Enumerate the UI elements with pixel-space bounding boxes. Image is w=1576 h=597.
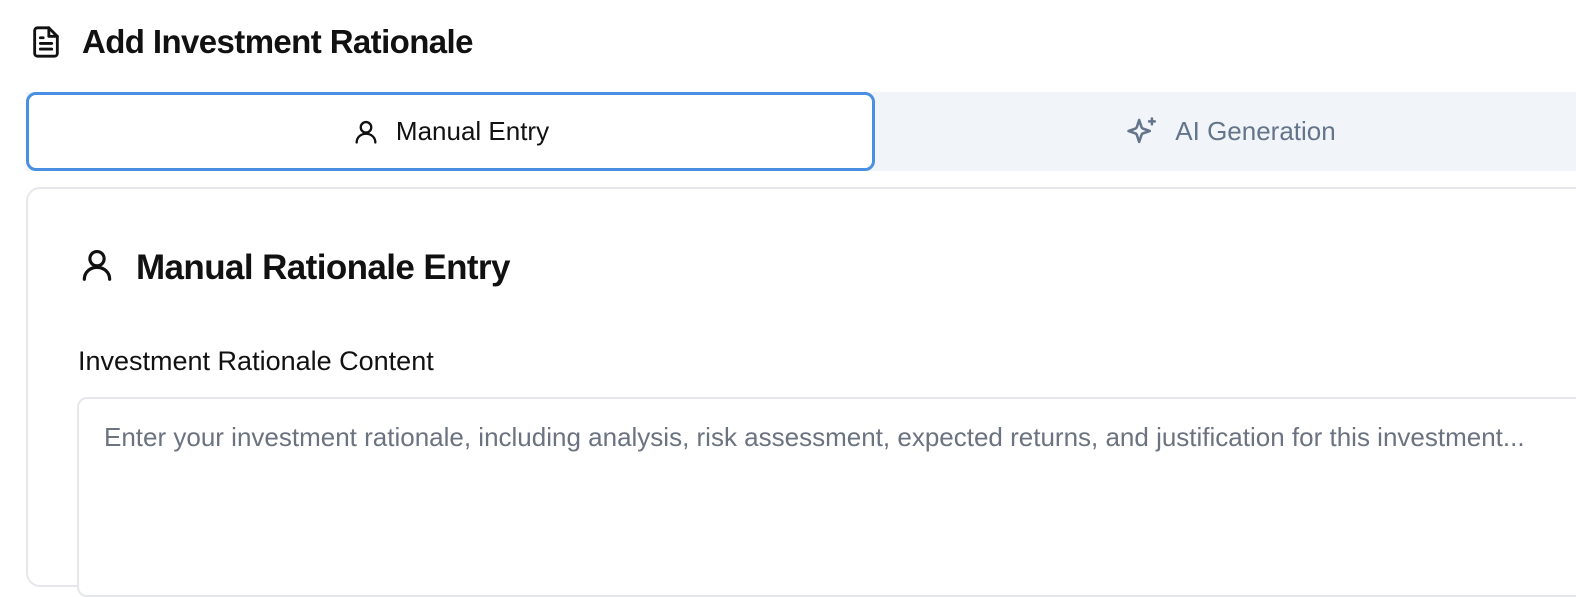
user-icon [352, 117, 380, 147]
card-title: Manual Rationale Entry [136, 247, 510, 287]
page-title: Add Investment Rationale [82, 23, 473, 60]
page-header: Add Investment Rationale [28, 20, 473, 64]
document-icon [28, 24, 64, 60]
card-header: Manual Rationale Entry [78, 245, 510, 290]
manual-rationale-card: Manual Rationale Entry Investment Ration… [26, 187, 1576, 597]
user-icon [78, 245, 116, 290]
sparkles-icon [1125, 115, 1159, 149]
tab-list: Manual Entry AI Generation [26, 92, 1576, 171]
rationale-content-textarea[interactable] [77, 397, 1576, 597]
tab-ai-generation-label: AI Generation [1175, 116, 1336, 146]
tab-ai-generation[interactable]: AI Generation [875, 92, 1576, 171]
tab-manual-entry-label: Manual Entry [395, 116, 550, 146]
rationale-content-label: Investment Rationale Content [78, 346, 434, 376]
tab-manual-entry[interactable]: Manual Entry [26, 92, 875, 171]
